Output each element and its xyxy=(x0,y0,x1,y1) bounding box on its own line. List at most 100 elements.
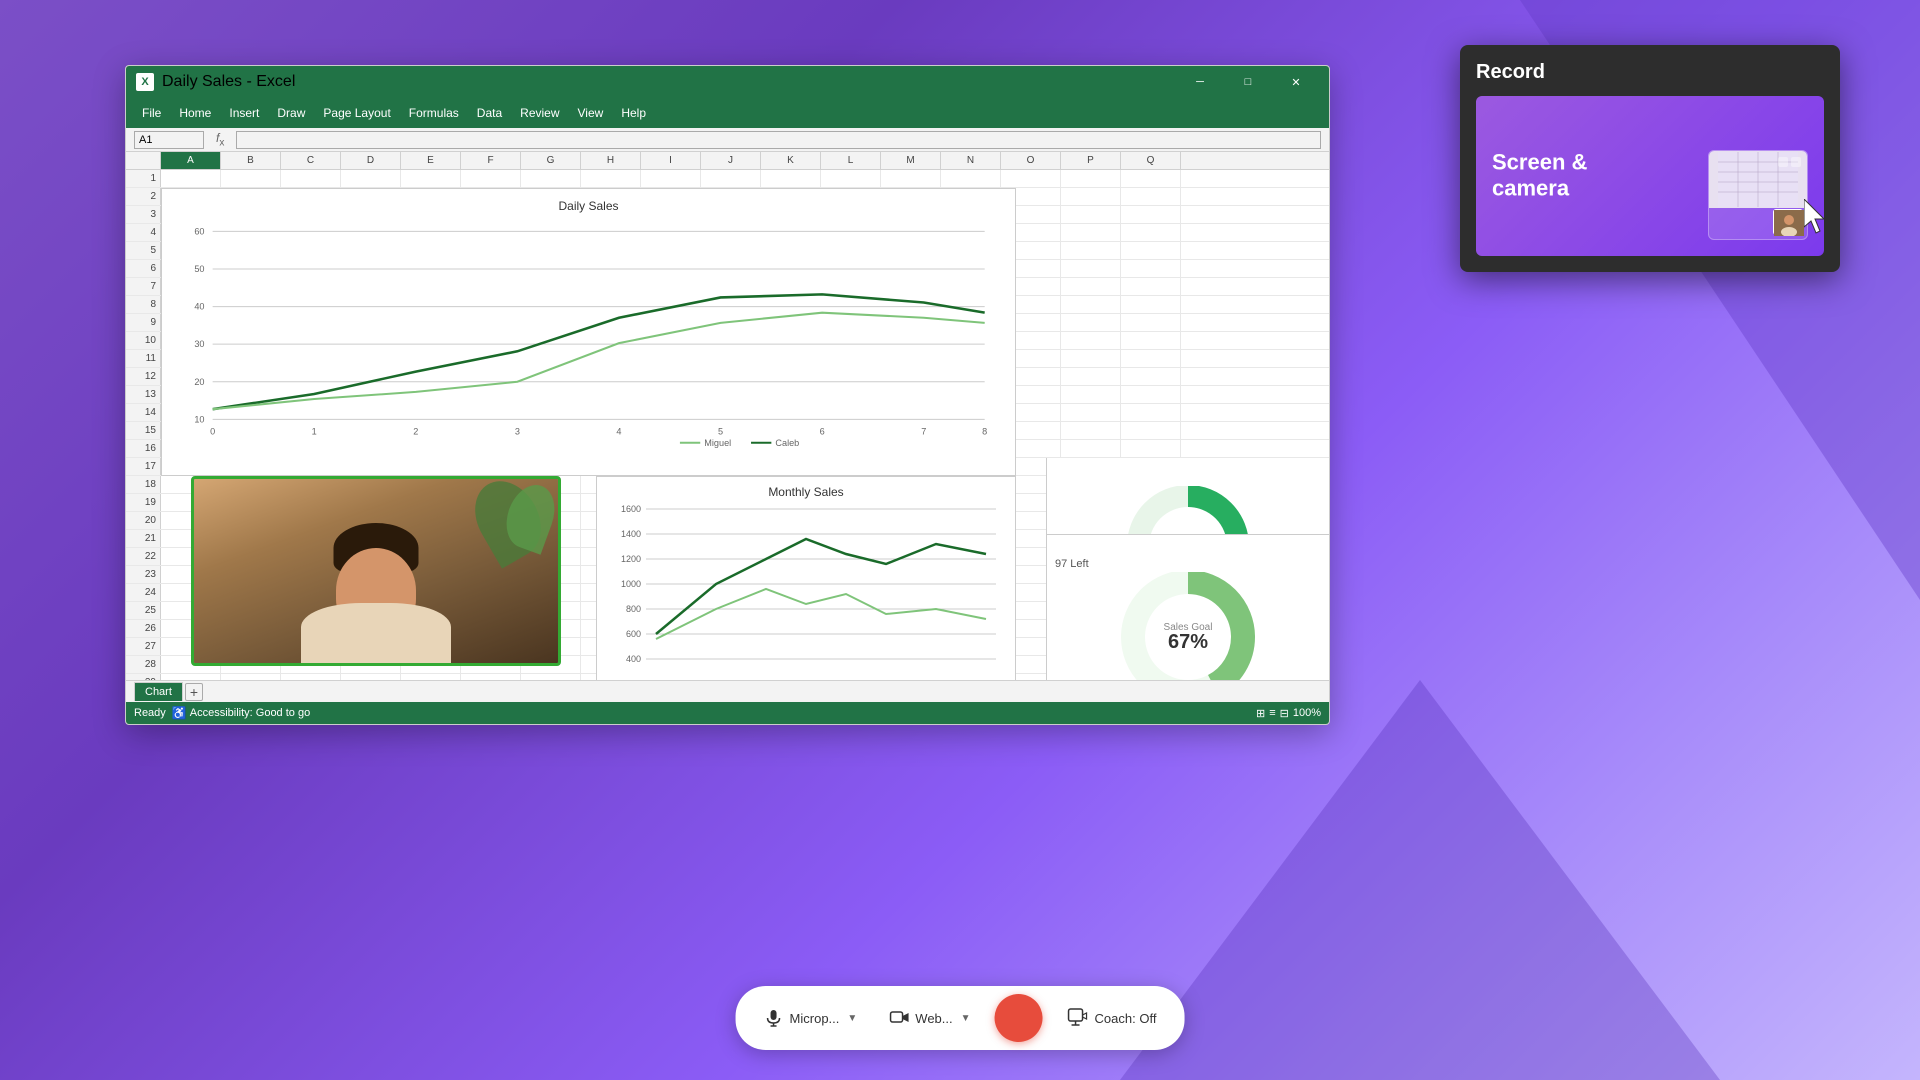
svg-text:6: 6 xyxy=(820,427,825,437)
add-sheet-button[interactable]: + xyxy=(185,683,203,701)
svg-text:400: 400 xyxy=(626,654,641,664)
cursor-indicator xyxy=(1804,199,1824,240)
list-view-icon[interactable]: ≡ xyxy=(1269,707,1275,719)
col-header-C[interactable]: C xyxy=(281,152,341,169)
statusbar-right: ⊞ ≡ ⊟ 100% xyxy=(1256,707,1321,720)
excel-statusbar: Ready ♿ Accessibility: Good to go ⊞ ≡ ⊟ … xyxy=(126,702,1329,724)
svg-text:50: 50 xyxy=(194,264,204,274)
menu-formulas[interactable]: Formulas xyxy=(401,102,467,124)
svg-text:3: 3 xyxy=(515,427,520,437)
fx-icon: fx xyxy=(212,131,228,148)
svg-text:60: 60 xyxy=(194,226,204,236)
daily-chart-title: Daily Sales xyxy=(172,199,1005,213)
sheet-tab-chart[interactable]: Chart xyxy=(134,682,183,701)
maximize-button[interactable]: □ xyxy=(1225,67,1271,97)
donut-bottom-percent-text: 67% xyxy=(1168,631,1208,653)
svg-text:2: 2 xyxy=(413,427,418,437)
cursor-svg xyxy=(1804,199,1824,235)
col-header-E[interactable]: E xyxy=(401,152,461,169)
svg-text:20: 20 xyxy=(194,377,204,387)
formula-bar[interactable] xyxy=(236,131,1321,149)
grid-view-icon[interactable]: ⊞ xyxy=(1256,707,1265,720)
svg-text:1600: 1600 xyxy=(621,504,641,514)
col-header-H[interactable]: H xyxy=(581,152,641,169)
recording-toolbar: Microp... ▼ Web... ▼ Coach: Off xyxy=(736,986,1185,1050)
accessibility-text: Accessibility: Good to go xyxy=(190,707,310,719)
col-header-I[interactable]: I xyxy=(641,152,701,169)
col-header-G[interactable]: G xyxy=(521,152,581,169)
col-header-A[interactable]: A xyxy=(161,152,221,169)
menu-view[interactable]: View xyxy=(570,102,612,124)
webcam-button[interactable]: Web... ▼ xyxy=(881,1004,978,1032)
monthly-sales-chart: Monthly Sales 1600 1400 1200 1000 800 xyxy=(596,476,1016,696)
svg-text:Caleb: Caleb xyxy=(775,438,799,448)
preview-window-controls xyxy=(1778,157,1801,167)
svg-text:30: 30 xyxy=(194,339,204,349)
camera-overlay xyxy=(191,476,561,666)
bg-decoration-bottom xyxy=(1120,680,1720,1080)
menu-draw[interactable]: Draw xyxy=(269,102,313,124)
svg-text:1000: 1000 xyxy=(621,579,641,589)
col-header-P[interactable]: P xyxy=(1061,152,1121,169)
svg-text:8: 8 xyxy=(982,427,987,437)
coach-icon xyxy=(1067,1007,1089,1029)
record-panel: Record Screen & camera xyxy=(1460,45,1840,272)
excel-titlebar: X Daily Sales - Excel ─ □ ✕ xyxy=(126,66,1329,98)
coach-label: Coach: Off xyxy=(1095,1011,1157,1026)
preview-view-icon[interactable]: ⊟ xyxy=(1280,707,1289,720)
col-header-J[interactable]: J xyxy=(701,152,761,169)
zoom-level: 100% xyxy=(1293,707,1321,719)
menu-help[interactable]: Help xyxy=(613,102,654,124)
grid-area: 1 2 3 4 5 6 7 8 9 10 11 12 13 14 15 16 1… xyxy=(126,170,1329,724)
coach-button[interactable]: Coach: Off xyxy=(1059,1003,1165,1033)
col-header-K[interactable]: K xyxy=(761,152,821,169)
record-option-screen-camera[interactable]: Screen & camera xyxy=(1476,96,1824,256)
menu-pagelayout[interactable]: Page Layout xyxy=(315,102,398,124)
accessibility-status: ♿ Accessibility: Good to go xyxy=(172,706,310,720)
sheet-tabs-bar: Chart + xyxy=(126,680,1329,702)
svg-text:0: 0 xyxy=(210,427,215,437)
excel-menubar: File Home Insert Draw Page Layout Formul… xyxy=(126,98,1329,128)
monthly-sales-svg: 1600 1400 1200 1000 800 600 400 xyxy=(605,504,1007,689)
preview-ctrl-1 xyxy=(1778,157,1788,167)
excel-logo-icon: X xyxy=(136,73,154,91)
person-body xyxy=(301,603,451,663)
excel-window: X Daily Sales - Excel ─ □ ✕ File Home In… xyxy=(125,65,1330,725)
webcam-icon xyxy=(889,1008,909,1028)
menu-insert[interactable]: Insert xyxy=(221,102,267,124)
daily-sales-chart: Daily Sales 60 50 40 30 20 10 xyxy=(161,188,1016,476)
close-button[interactable]: ✕ xyxy=(1273,67,1319,97)
menu-file[interactable]: File xyxy=(134,102,169,124)
col-header-N[interactable]: N xyxy=(941,152,1001,169)
svg-text:10: 10 xyxy=(194,414,204,424)
record-panel-title: Record xyxy=(1476,61,1824,84)
cell-name-box[interactable]: A1 xyxy=(134,131,204,149)
accessibility-icon: ♿ xyxy=(172,706,187,720)
preview-camera-bubble xyxy=(1773,209,1803,235)
record-preview-thumbnail xyxy=(1708,150,1808,240)
microphone-dropdown-arrow: ▼ xyxy=(847,1013,857,1024)
col-header-B[interactable]: B xyxy=(221,152,281,169)
microphone-button[interactable]: Microp... ▼ xyxy=(756,1004,866,1032)
svg-text:40: 40 xyxy=(194,302,204,312)
webcam-dropdown-arrow: ▼ xyxy=(961,1013,971,1024)
record-option-label: Screen & camera xyxy=(1492,150,1587,203)
minimize-button[interactable]: ─ xyxy=(1177,67,1223,97)
svg-text:600: 600 xyxy=(626,629,641,639)
col-header-D[interactable]: D xyxy=(341,152,401,169)
col-header-L[interactable]: L xyxy=(821,152,881,169)
col-header-M[interactable]: M xyxy=(881,152,941,169)
daily-sales-svg: 60 50 40 30 20 10 0 1 2 3 4 5 6 7 8 xyxy=(172,218,1005,448)
donut-bottom-left-label: 97 Left xyxy=(1055,558,1089,570)
svg-text:1400: 1400 xyxy=(621,529,641,539)
titlebar-controls: ─ □ ✕ xyxy=(1177,67,1319,97)
svg-text:5: 5 xyxy=(718,427,723,437)
record-button[interactable] xyxy=(995,994,1043,1042)
col-header-F[interactable]: F xyxy=(461,152,521,169)
menu-home[interactable]: Home xyxy=(171,102,219,124)
menu-data[interactable]: Data xyxy=(469,102,510,124)
table-row: 1 xyxy=(126,170,1329,188)
col-header-O[interactable]: O xyxy=(1001,152,1061,169)
col-header-Q[interactable]: Q xyxy=(1121,152,1181,169)
menu-review[interactable]: Review xyxy=(512,102,567,124)
